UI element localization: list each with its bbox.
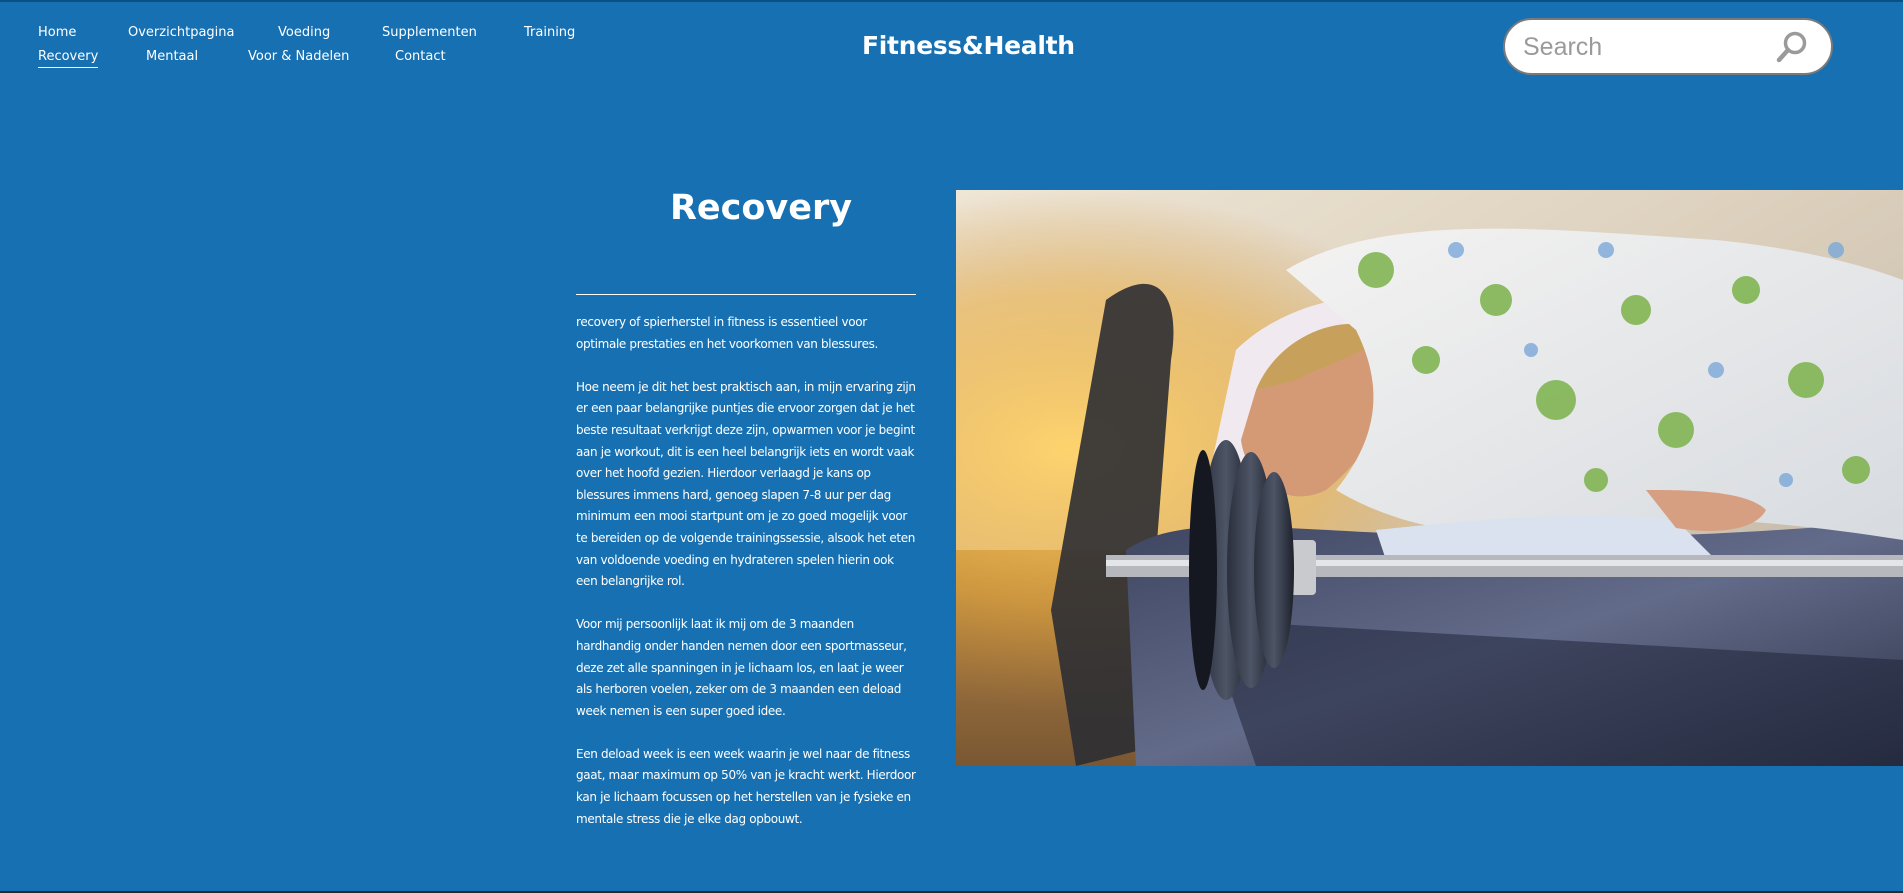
nav-item-mentaal[interactable]: Mentaal xyxy=(146,48,198,66)
nav-item-training[interactable]: Training xyxy=(524,24,575,42)
paragraph-practical-tips: Hoe neem je dit het best praktisch aan, … xyxy=(576,379,916,589)
nav-item-recovery[interactable]: Recovery xyxy=(38,48,99,68)
paragraph-personal: Voor mij persoonlijk laat ik mij om de 3… xyxy=(576,617,907,718)
sleeping-man-with-barbell-image xyxy=(956,190,1903,766)
site-logo[interactable]: Fitness&Health xyxy=(862,30,1075,62)
paragraph-deload: Een deload week is een week waarin je we… xyxy=(576,746,916,826)
nav-item-overzichtpagina[interactable]: Overzichtpagina xyxy=(128,24,234,42)
nav-item-voor-nadelen[interactable]: Voor & Nadelen xyxy=(248,48,349,66)
nav-item-home[interactable]: Home xyxy=(38,24,76,42)
nav-item-contact[interactable]: Contact xyxy=(395,48,446,66)
page-title: Recovery xyxy=(669,188,853,228)
paragraph-intro: recovery of spierherstel in fitness is e… xyxy=(576,315,879,351)
nav-item-voeding[interactable]: Voeding xyxy=(278,24,330,42)
search-box xyxy=(1503,18,1833,75)
title-divider xyxy=(576,294,916,295)
site-header: Home Overzichtpagina Voeding Supplemente… xyxy=(0,0,1903,100)
nav-item-supplementen[interactable]: Supplementen xyxy=(382,24,477,42)
recovery-photo xyxy=(956,190,1903,766)
search-input[interactable] xyxy=(1523,32,1773,62)
article-text: recovery of spierherstel in fitness is e… xyxy=(576,312,918,852)
search-icon[interactable] xyxy=(1775,30,1809,64)
main-nav: Home Overzichtpagina Voeding Supplemente… xyxy=(38,24,638,74)
